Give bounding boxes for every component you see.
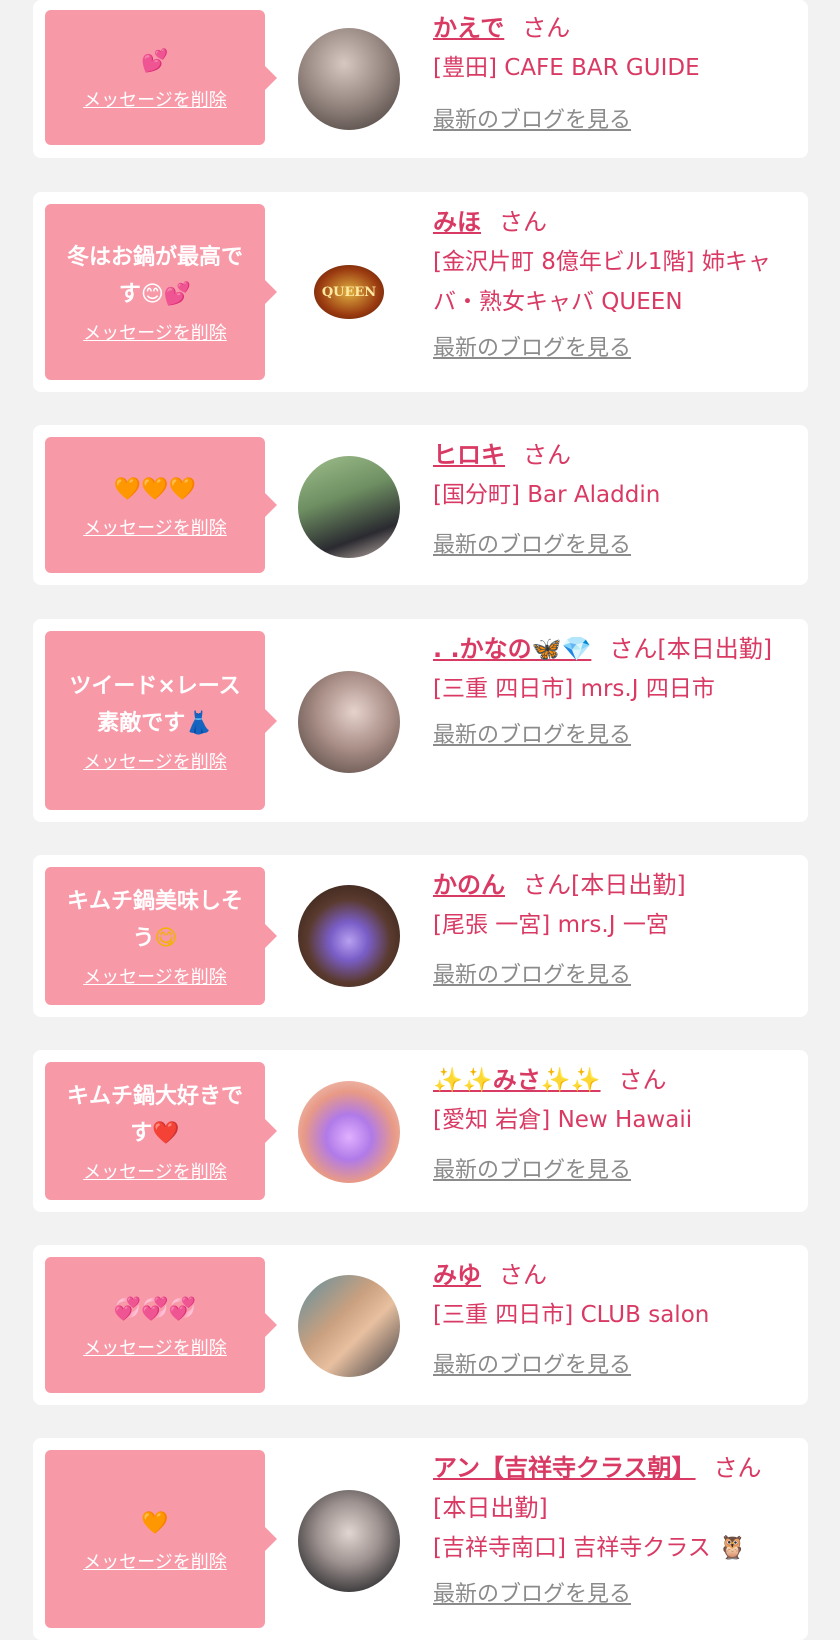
list-item: キムチ鍋大好きで す❤️ メッセージを削除 ✨✨みさ✨✨ さん [愛知 岩倉] N… <box>33 1050 808 1212</box>
smile-heart-emoji-icon: 😊💕 <box>140 282 192 307</box>
latest-blog-link[interactable]: 最新のブログを見る <box>433 957 794 989</box>
message-bubble: キムチ鍋美味しそ う😋 メッセージを削除 <box>45 867 277 1005</box>
delete-message-link[interactable]: メッセージを削除 <box>83 1158 227 1184</box>
attendance-badge: [本日出勤] <box>571 871 686 899</box>
latest-blog-link[interactable]: 最新のブログを見る <box>433 1152 794 1184</box>
message-text: 冬はお鍋が最高で す😊💕 <box>66 245 243 307</box>
orange-heart-emoji-icon: 🧡 <box>141 1510 169 1536</box>
list-item: 🧡 メッセージを削除 アン【吉祥寺クラス朝】 さん [本日出勤] [吉祥寺南口] 吉… <box>33 1438 808 1640</box>
message-text: 💞💞💞 <box>114 1291 196 1328</box>
cast-name-link[interactable]: ヒロキ <box>433 441 505 469</box>
san-label: さん <box>499 208 547 236</box>
latest-blog-link[interactable]: 最新のブログを見る <box>433 330 794 362</box>
message-text: ツイード×レース 素敵です👗 <box>69 673 241 736</box>
avatar[interactable]: QUEEN <box>298 241 400 343</box>
message-bubble: 💕 メッセージを削除 <box>45 10 277 145</box>
message-text: キムチ鍋大好きで す❤️ <box>66 1084 243 1146</box>
attendance-badge: [本日出勤] <box>657 635 773 663</box>
avatar[interactable] <box>298 671 400 773</box>
list-item: 💞💞💞 メッセージを削除 みゆ さん [三重 四日市] CLUB salon 最新… <box>33 1245 808 1405</box>
logo-text: QUEEN <box>321 284 377 300</box>
latest-blog-link[interactable]: 最新のブログを見る <box>433 717 794 749</box>
list-item: 💕 メッセージを削除 かえで さん [豊田] CAFE BAR GUIDE 最新の… <box>33 0 808 158</box>
message-bubble: 🧡🧡🧡 メッセージを削除 <box>45 437 277 573</box>
shop-name: [国分町] Bar Aladdin <box>433 482 661 508</box>
message-text: キムチ鍋美味しそ う😋 <box>66 889 243 951</box>
avatar[interactable] <box>298 885 400 987</box>
delete-message-link[interactable]: メッセージを削除 <box>83 963 227 989</box>
delete-message-link[interactable]: メッセージを削除 <box>83 86 227 112</box>
shop-name: [三重 四日市] mrs.J 四日市 <box>433 676 715 702</box>
san-label: さん <box>499 1261 547 1289</box>
san-label: さん <box>523 871 571 899</box>
delete-message-link[interactable]: メッセージを削除 <box>83 1548 227 1574</box>
message-bubble: ツイード×レース 素敵です👗 メッセージを削除 <box>45 631 277 810</box>
cast-name-link[interactable]: かのん <box>433 871 505 899</box>
avatar[interactable] <box>298 1081 400 1183</box>
avatar[interactable] <box>298 1490 400 1592</box>
shop-name: [吉祥寺南口] 吉祥寺クラス 🦉 <box>433 1535 747 1561</box>
san-label: さん <box>522 14 571 42</box>
cast-name-link[interactable]: みゆ <box>433 1261 481 1289</box>
message-bubble: キムチ鍋大好きで す❤️ メッセージを削除 <box>45 1062 277 1200</box>
delete-message-link[interactable]: メッセージを削除 <box>83 514 227 540</box>
latest-blog-link[interactable]: 最新のブログを見る <box>433 1347 794 1379</box>
dress-emoji-icon: 👗 <box>185 710 213 736</box>
cast-name-link[interactable]: ✨✨みさ✨✨ <box>433 1066 601 1094</box>
shop-name: [尾張 一宮] mrs.J 一宮 <box>433 912 669 938</box>
list-item: ツイード×レース 素敵です👗 メッセージを削除 . .かなの🦋💎 さん[本日出勤]… <box>33 619 808 822</box>
revolving-hearts-emoji-icon: 💞💞💞 <box>113 1296 197 1322</box>
cast-name-link[interactable]: アン【吉祥寺クラス朝】 <box>433 1454 696 1482</box>
delete-message-link[interactable]: メッセージを削除 <box>83 748 227 774</box>
yum-emoji-icon: 😋 <box>154 926 178 951</box>
latest-blog-link[interactable]: 最新のブログを見る <box>433 527 794 559</box>
cast-name-link[interactable]: みほ <box>433 208 481 236</box>
avatar[interactable] <box>298 28 400 130</box>
cast-name-link[interactable]: かえで <box>433 14 504 42</box>
heart-emoji-icon: ❤️ <box>152 1121 180 1146</box>
message-bubble: 🧡 メッセージを削除 <box>45 1450 277 1628</box>
shop-name: [金沢片町 8億年ビル1階] 姉キャバ・熟女キャバ QUEEN <box>433 249 771 315</box>
san-label: さん <box>523 441 571 469</box>
message-text: 💕 <box>141 43 168 80</box>
heart-emoji-icon: 💕 <box>141 49 169 74</box>
message-bubble: 💞💞💞 メッセージを削除 <box>45 1257 277 1393</box>
list-item: キムチ鍋美味しそ う😋 メッセージを削除 かのん さん[本日出勤] [尾張 一宮]… <box>33 855 808 1017</box>
latest-blog-link[interactable]: 最新のブログを見る <box>433 1576 794 1608</box>
cast-name-link[interactable]: . .かなの🦋💎 <box>433 635 591 663</box>
latest-blog-link[interactable]: 最新のブログを見る <box>433 102 794 134</box>
list-item: 冬はお鍋が最高で す😊💕 メッセージを削除 QUEEN みほ さん [金沢片町 8… <box>33 192 808 392</box>
delete-message-link[interactable]: メッセージを削除 <box>83 1334 227 1360</box>
shop-name: [愛知 岩倉] New Hawaii <box>433 1107 693 1133</box>
avatar[interactable] <box>298 456 400 558</box>
attendance-badge: [本日出勤] <box>433 1494 548 1522</box>
san-label: さん <box>713 1454 762 1482</box>
message-text: 🧡 <box>141 1505 168 1542</box>
delete-message-link[interactable]: メッセージを削除 <box>83 319 227 345</box>
message-bubble: 冬はお鍋が最高で す😊💕 メッセージを削除 <box>45 204 277 380</box>
queen-logo-icon: QUEEN <box>314 265 384 319</box>
san-label: さん <box>618 1066 667 1094</box>
orange-heart-emoji-icon: 🧡🧡🧡 <box>113 476 197 502</box>
list-item: 🧡🧡🧡 メッセージを削除 ヒロキ さん [国分町] Bar Aladdin 最新の… <box>33 425 808 585</box>
favorite-list: 💕 メッセージを削除 かえで さん [豊田] CAFE BAR GUIDE 最新の… <box>0 0 840 1640</box>
shop-name: [三重 四日市] CLUB salon <box>433 1302 710 1328</box>
shop-name: [豊田] CAFE BAR GUIDE <box>433 55 700 81</box>
message-text: 🧡🧡🧡 <box>114 471 196 508</box>
san-label: さん <box>609 635 658 663</box>
avatar[interactable] <box>298 1275 400 1377</box>
